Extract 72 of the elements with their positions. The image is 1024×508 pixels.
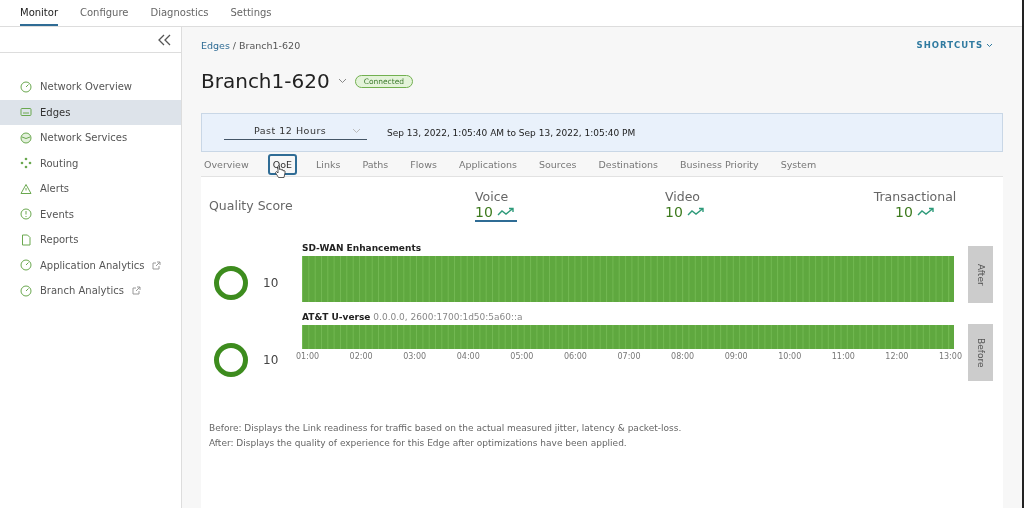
sidebar-item[interactable]: Edges xyxy=(0,99,181,125)
axis-label: 02:00 xyxy=(349,352,373,361)
globe-icon xyxy=(20,131,32,144)
gauge-icon xyxy=(20,80,32,93)
tab[interactable]: Business Priority xyxy=(677,155,762,173)
sidebar-item[interactable]: Network Overview xyxy=(0,74,181,100)
axis-label: 08:00 xyxy=(671,352,695,361)
score-value: 10 xyxy=(263,353,279,367)
link-title: SD-WAN Enhancements xyxy=(302,243,423,255)
gauge-icon xyxy=(20,259,32,272)
breadcrumb-current: Branch1-620 xyxy=(239,39,301,51)
axis-label: 11:00 xyxy=(831,352,855,361)
score-card[interactable]: Voice 10 xyxy=(475,189,665,225)
sidebar-item[interactable]: Alerts xyxy=(0,176,181,202)
nav-tab[interactable]: Configure xyxy=(80,7,129,26)
score-card[interactable]: Transactional 10 xyxy=(855,189,975,223)
breadcrumb-link[interactable]: Edges xyxy=(201,39,230,51)
axis-label: 06:00 xyxy=(563,352,587,361)
alert-circle-icon xyxy=(20,208,32,221)
caret-icon xyxy=(337,78,347,84)
axis-label: 10:00 xyxy=(778,352,802,361)
axis-label: 13:00 xyxy=(938,352,962,361)
trend-up-icon xyxy=(686,207,705,217)
breadcrumb-separator: / xyxy=(232,39,237,51)
axis-label: 03:00 xyxy=(403,352,427,361)
caret-icon xyxy=(352,127,361,134)
tab[interactable]: System xyxy=(777,155,820,173)
nav-tab[interactable]: Settings xyxy=(230,7,272,26)
device-icon xyxy=(20,106,32,119)
view-toggle-button[interactable]: Before xyxy=(968,324,993,381)
trend-up-icon xyxy=(916,207,935,217)
tab[interactable]: Links xyxy=(313,155,344,173)
score-ring-icon xyxy=(213,265,249,301)
routing-icon xyxy=(20,157,32,170)
trend-up-icon xyxy=(496,207,515,217)
tab[interactable]: Applications xyxy=(455,155,520,173)
axis-label: 12:00 xyxy=(885,352,909,361)
time-range-dropdown[interactable]: Past 12 Hours xyxy=(224,125,367,140)
sidebar-item[interactable]: Network Services xyxy=(0,125,181,151)
axis-label: 01:00 xyxy=(296,352,320,361)
gauge-icon xyxy=(20,284,32,297)
axis-label: 04:00 xyxy=(456,352,480,361)
view-toggle-button[interactable]: After xyxy=(968,246,993,303)
tab[interactable]: Flows xyxy=(407,155,440,173)
section-title: Quality Score xyxy=(209,197,294,213)
description-text: After: Displays the quality of experience for this Edge after optimizations have been applied. xyxy=(209,438,628,448)
date-range: Sep 13, 2022, 1:05:40 AM to Sep 13, 2022, 1:05:40 PM xyxy=(387,127,636,138)
sidebar-item[interactable]: Events xyxy=(0,201,181,227)
sidebar-item[interactable]: Routing xyxy=(0,150,181,176)
caret-icon xyxy=(986,42,993,48)
tab[interactable]: Paths xyxy=(359,155,392,173)
nav-tab[interactable]: Diagnostics xyxy=(150,7,209,26)
score-card[interactable]: Video 10 xyxy=(665,189,855,223)
sidebar-item[interactable]: Reports xyxy=(0,227,181,253)
tab[interactable]: QoE xyxy=(267,153,298,175)
tab[interactable]: Sources xyxy=(535,155,580,173)
collapse-icon xyxy=(157,33,171,46)
score-value: 10 xyxy=(263,276,279,290)
page-title: Branch1-620 xyxy=(201,69,330,93)
tab[interactable]: Destinations xyxy=(595,155,661,173)
sidebar-item[interactable]: Branch Analytics xyxy=(0,278,181,304)
axis-label: 05:00 xyxy=(510,352,534,361)
warning-icon xyxy=(20,182,32,195)
score-ring-icon xyxy=(213,342,249,378)
tab[interactable]: Overview xyxy=(201,155,252,173)
axis-label: 09:00 xyxy=(724,352,748,361)
shortcuts-menu[interactable]: SHORTCUTS xyxy=(916,40,1003,50)
axis-label: 07:00 xyxy=(617,352,641,361)
description-text: Before: Displays the Link readiness for traffic based on the actual measured jitter, latency & packet-loss. xyxy=(209,423,683,433)
sidebar-item[interactable]: Application Analytics xyxy=(0,252,181,278)
document-icon xyxy=(20,233,32,246)
link-title: AT&T U-verse 0.0.0.0, 2600:1700:1d50:5a60::a xyxy=(302,312,524,324)
